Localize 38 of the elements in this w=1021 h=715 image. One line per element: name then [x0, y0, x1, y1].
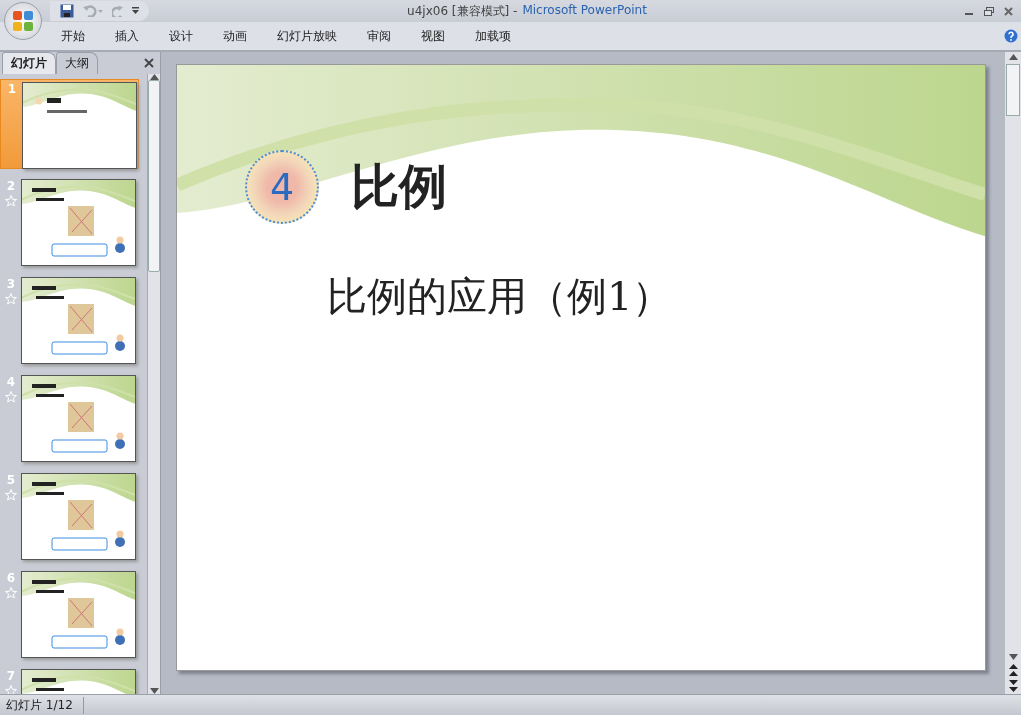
next-slide-icon[interactable]: [1008, 680, 1018, 692]
ribbon-tab[interactable]: 插入: [100, 27, 154, 45]
ribbon-tab[interactable]: 开始: [46, 27, 100, 45]
save-icon[interactable]: [60, 4, 74, 18]
slide-thumbnail[interactable]: [21, 473, 136, 560]
panel-tab[interactable]: 大纲: [56, 52, 98, 74]
help-icon[interactable]: [1004, 29, 1018, 43]
scroll-down-icon[interactable]: [1008, 654, 1018, 660]
customize-dropdown-icon[interactable]: [132, 7, 139, 15]
thumbnail-scrollbar[interactable]: [147, 74, 160, 694]
slide-title: 比例: [351, 157, 447, 216]
ribbon-tab[interactable]: 视图: [406, 27, 460, 45]
scroll-up-icon[interactable]: [1008, 54, 1018, 60]
slide-thumbnail[interactable]: [22, 82, 137, 169]
slide-number: 1: [7, 82, 17, 96]
slide-thumbnail[interactable]: [21, 571, 136, 658]
slide-subtitle: 比例的应用（例1）: [327, 272, 674, 321]
close-icon[interactable]: [1004, 6, 1013, 16]
office-button[interactable]: [4, 2, 42, 40]
slide-thumbnail[interactable]: [21, 277, 136, 364]
document-title: u4jx06 [兼容模式] -: [407, 2, 518, 20]
previous-slide-icon[interactable]: [1008, 664, 1018, 676]
slide-indicator: 幻灯片 1/12: [0, 696, 84, 714]
ribbon-tab[interactable]: 加载项: [460, 27, 526, 45]
scroll-thumb[interactable]: [148, 80, 160, 272]
scroll-thumb[interactable]: [1006, 64, 1020, 116]
close-icon[interactable]: [144, 58, 154, 68]
office-logo-icon: [11, 9, 35, 33]
ribbon-tab[interactable]: 动画: [208, 27, 262, 45]
vertical-scrollbar[interactable]: [1005, 52, 1021, 694]
ribbon-tab[interactable]: 设计: [154, 27, 208, 45]
panel-tab[interactable]: 幻灯片: [2, 52, 56, 74]
restore-icon[interactable]: [984, 6, 994, 16]
slide-thumbnail[interactable]: [21, 375, 136, 462]
ribbon-tab[interactable]: 幻灯片放映: [262, 27, 352, 45]
slide-thumbnail[interactable]: [21, 179, 136, 266]
ribbon-tab[interactable]: 审阅: [352, 27, 406, 45]
app-name: Microsoft PowerPoint: [522, 2, 647, 19]
